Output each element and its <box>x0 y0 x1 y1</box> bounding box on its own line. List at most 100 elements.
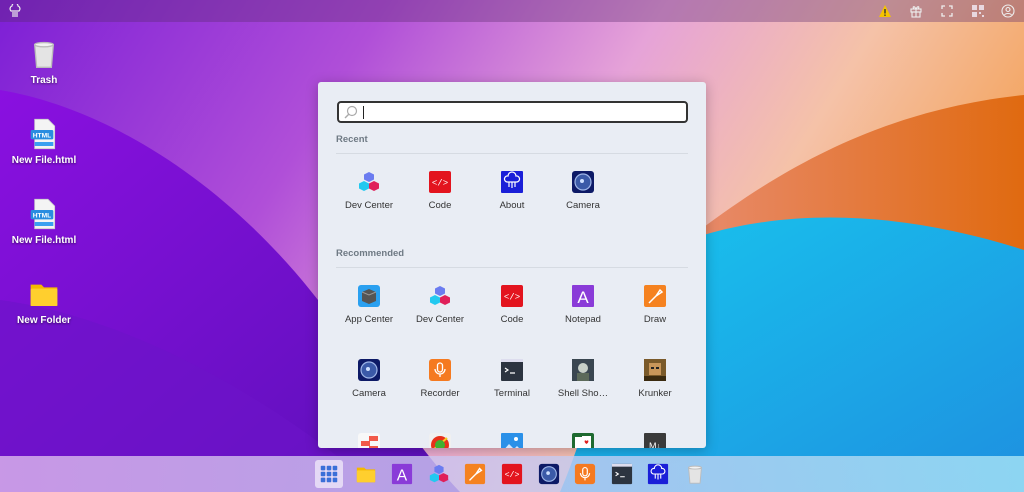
gift-icon[interactable] <box>909 4 923 18</box>
markdown-icon: M↓ <box>643 432 667 448</box>
about-icon <box>500 170 524 194</box>
about-icon <box>647 463 669 485</box>
app-code[interactable]: </> Code <box>476 284 548 325</box>
app-label: Camera <box>352 388 386 399</box>
app-recorder[interactable]: Recorder <box>404 358 476 399</box>
warning-icon[interactable] <box>878 4 892 18</box>
terminal-icon <box>611 463 633 485</box>
app-cards[interactable] <box>547 432 619 448</box>
taskbar-recorder[interactable] <box>571 460 599 488</box>
folder-icon <box>355 463 377 485</box>
app-cubes[interactable]: Dev Center <box>333 170 405 211</box>
divider <box>336 267 688 268</box>
app-about[interactable]: About <box>476 170 548 211</box>
trash-icon <box>28 38 60 70</box>
search-box[interactable] <box>337 101 688 123</box>
app-fruit[interactable] <box>404 432 476 448</box>
camera-icon <box>357 358 381 382</box>
app-label: Recorder <box>420 388 460 399</box>
app-krunker[interactable]: Krunker <box>619 358 691 399</box>
divider <box>336 153 688 154</box>
taskbar-trash[interactable] <box>681 460 709 488</box>
cards-icon <box>571 432 595 448</box>
folder-icon <box>28 278 60 310</box>
app-label: Draw <box>643 314 667 325</box>
desktop-icon-html[interactable]: HTML New File.html <box>0 118 88 166</box>
html-icon: HTML <box>28 198 60 230</box>
app-label: Shell Sho… <box>557 388 609 399</box>
photos-icon <box>500 432 524 448</box>
app-label: Notepad <box>565 314 601 325</box>
app-tetris[interactable] <box>333 432 405 448</box>
svg-text:HTML: HTML <box>33 212 51 219</box>
recommended-heading: Recommended <box>336 248 405 259</box>
tetris-icon <box>357 432 381 448</box>
camera-icon <box>571 170 595 194</box>
app-label: Dev Center <box>344 200 394 211</box>
taskbar-files[interactable] <box>352 460 380 488</box>
taskbar-app-launcher[interactable] <box>315 460 343 488</box>
desktop-icon-folder[interactable]: New Folder <box>0 278 88 326</box>
desktop-icon-html[interactable]: HTML New File.html <box>0 198 88 246</box>
qr-code-icon[interactable] <box>971 4 985 18</box>
taskbar-draw[interactable] <box>461 460 489 488</box>
desktop-icon-trash[interactable]: Trash <box>0 38 88 86</box>
cubes-icon <box>428 463 450 485</box>
recorder-icon <box>428 358 452 382</box>
svg-text:</>: </> <box>432 179 448 189</box>
app-terminal[interactable]: Terminal <box>476 358 548 399</box>
top-bar <box>0 0 1024 22</box>
svg-text:A: A <box>397 467 408 484</box>
taskbar-camera[interactable] <box>535 460 563 488</box>
user-icon[interactable] <box>1001 4 1015 18</box>
grid-icon <box>318 463 340 485</box>
svg-text:</>: </> <box>504 293 520 303</box>
taskbar: A </> <box>0 456 1024 492</box>
logo-icon[interactable] <box>8 4 22 18</box>
app-markdown[interactable]: M↓ <box>619 432 691 448</box>
taskbar-code[interactable]: </> <box>498 460 526 488</box>
app-label: Camera <box>566 200 600 211</box>
draw-icon <box>464 463 486 485</box>
app-label: Code <box>500 314 524 325</box>
app-shell[interactable]: Shell Sho… <box>547 358 619 399</box>
desktop-icon-label: Trash <box>30 75 58 86</box>
taskbar-about[interactable] <box>644 460 672 488</box>
krunker-icon <box>643 358 667 382</box>
notepad-icon: A <box>571 284 595 308</box>
app-camera[interactable]: Camera <box>547 170 619 211</box>
code-icon: </> <box>500 284 524 308</box>
app-label: Code <box>428 200 452 211</box>
app-notepad[interactable]: A Notepad <box>547 284 619 325</box>
html-icon: HTML <box>28 118 60 150</box>
fullscreen-icon[interactable] <box>940 4 954 18</box>
text-cursor <box>363 106 364 119</box>
taskbar-notepad[interactable]: A <box>388 460 416 488</box>
trash-icon <box>684 463 706 485</box>
cubes-icon <box>357 170 381 194</box>
taskbar-dev-center[interactable] <box>425 460 453 488</box>
app-draw[interactable]: Draw <box>619 284 691 325</box>
app-code[interactable]: </> Code <box>404 170 476 211</box>
svg-text:HTML: HTML <box>33 132 51 139</box>
desktop-icon-label: New File.html <box>11 155 77 166</box>
search-icon <box>344 105 358 119</box>
app-cubes[interactable]: Dev Center <box>404 284 476 325</box>
app-photos[interactable] <box>476 432 548 448</box>
search-input[interactable] <box>361 105 681 120</box>
shell-icon <box>571 358 595 382</box>
desktop-icon-label: New Folder <box>17 315 71 326</box>
app-label: Dev Center <box>415 314 465 325</box>
app-appcenter[interactable]: App Center <box>333 284 405 325</box>
recent-heading: Recent <box>336 134 368 145</box>
svg-text:M↓: M↓ <box>649 441 661 448</box>
taskbar-terminal[interactable] <box>608 460 636 488</box>
app-label: About <box>499 200 525 211</box>
draw-icon <box>643 284 667 308</box>
desktop-icon-label: New File.html <box>11 235 77 246</box>
code-icon: </> <box>428 170 452 194</box>
notepad-icon: A <box>391 463 413 485</box>
code-icon: </> <box>501 463 523 485</box>
app-camera[interactable]: Camera <box>333 358 405 399</box>
fruit-icon <box>428 432 452 448</box>
